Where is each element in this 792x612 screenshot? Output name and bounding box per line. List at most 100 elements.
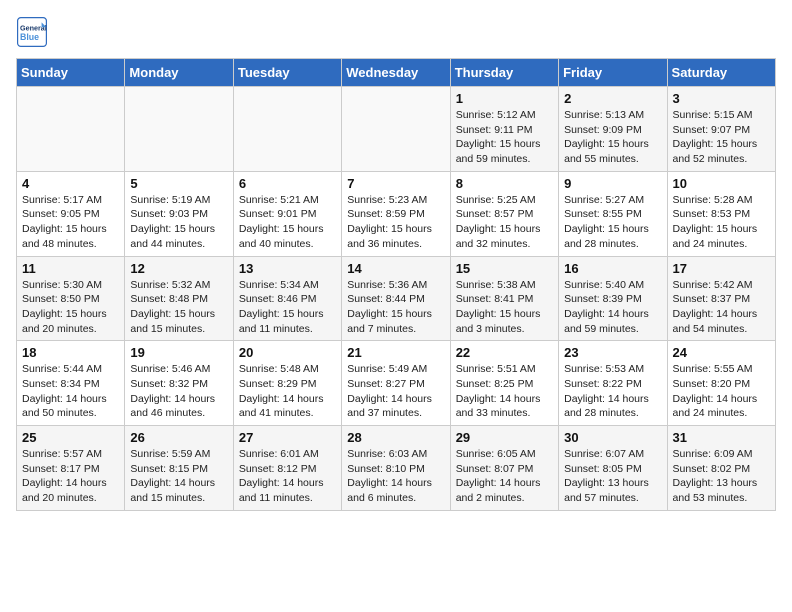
day-number: 20: [239, 345, 336, 360]
day-info: Sunrise: 5:51 AM Sunset: 8:25 PM Dayligh…: [456, 362, 553, 421]
logo: General Blue: [16, 16, 52, 48]
day-number: 16: [564, 261, 661, 276]
calendar-cell: [342, 87, 450, 172]
day-number: 12: [130, 261, 227, 276]
day-number: 28: [347, 430, 444, 445]
calendar-cell: 27 Sunrise: 6:01 AM Sunset: 8:12 PM Dayli…: [233, 426, 341, 511]
page-header: General Blue: [16, 16, 776, 48]
day-info: Sunrise: 5:44 AM Sunset: 8:34 PM Dayligh…: [22, 362, 119, 421]
day-info: Sunrise: 5:40 AM Sunset: 8:39 PM Dayligh…: [564, 278, 661, 337]
day-info: Sunrise: 6:07 AM Sunset: 8:05 PM Dayligh…: [564, 447, 661, 506]
day-number: 22: [456, 345, 553, 360]
svg-text:Blue: Blue: [20, 32, 39, 42]
day-info: Sunrise: 6:05 AM Sunset: 8:07 PM Dayligh…: [456, 447, 553, 506]
day-number: 3: [673, 91, 770, 106]
calendar-week-row: 4Sunrise: 5:17 AM Sunset: 9:05 PM Daylig…: [17, 171, 776, 256]
calendar-cell: 4Sunrise: 5:17 AM Sunset: 9:05 PM Daylig…: [17, 171, 125, 256]
day-number: 26: [130, 430, 227, 445]
calendar-table: SundayMondayTuesdayWednesdayThursdayFrid…: [16, 58, 776, 511]
day-number: 7: [347, 176, 444, 191]
day-number: 9: [564, 176, 661, 191]
weekday-header-row: SundayMondayTuesdayWednesdayThursdayFrid…: [17, 59, 776, 87]
day-info: Sunrise: 5:13 AM Sunset: 9:09 PM Dayligh…: [564, 108, 661, 167]
calendar-cell: 21 Sunrise: 5:49 AM Sunset: 8:27 PM Dayli…: [342, 341, 450, 426]
day-number: 5: [130, 176, 227, 191]
day-info: Sunrise: 5:12 AM Sunset: 9:11 PM Dayligh…: [456, 108, 553, 167]
day-info: Sunrise: 5:55 AM Sunset: 8:20 PM Dayligh…: [673, 362, 770, 421]
day-info: Sunrise: 5:17 AM Sunset: 9:05 PM Dayligh…: [22, 193, 119, 252]
calendar-cell: 10 Sunrise: 5:28 AM Sunset: 8:53 PM Dayli…: [667, 171, 775, 256]
calendar-cell: 28 Sunrise: 6:03 AM Sunset: 8:10 PM Dayli…: [342, 426, 450, 511]
day-info: Sunrise: 5:49 AM Sunset: 8:27 PM Dayligh…: [347, 362, 444, 421]
calendar-cell: 1 Sunrise: 5:12 AM Sunset: 9:11 PM Daylig…: [450, 87, 558, 172]
calendar-cell: 12 Sunrise: 5:32 AM Sunset: 8:48 PM Dayli…: [125, 256, 233, 341]
day-number: 15: [456, 261, 553, 276]
calendar-cell: 26 Sunrise: 5:59 AM Sunset: 8:15 PM Dayli…: [125, 426, 233, 511]
day-number: 21: [347, 345, 444, 360]
day-number: 19: [130, 345, 227, 360]
calendar-cell: 8 Sunrise: 5:25 AM Sunset: 8:57 PM Daylig…: [450, 171, 558, 256]
day-info: Sunrise: 5:21 AM Sunset: 9:01 PM Dayligh…: [239, 193, 336, 252]
weekday-header: Saturday: [667, 59, 775, 87]
calendar-cell: 3Sunrise: 5:15 AM Sunset: 9:07 PM Daylig…: [667, 87, 775, 172]
day-info: Sunrise: 5:32 AM Sunset: 8:48 PM Dayligh…: [130, 278, 227, 337]
day-info: Sunrise: 5:30 AM Sunset: 8:50 PM Dayligh…: [22, 278, 119, 337]
weekday-header: Friday: [559, 59, 667, 87]
day-number: 30: [564, 430, 661, 445]
calendar-cell: 23 Sunrise: 5:53 AM Sunset: 8:22 PM Dayli…: [559, 341, 667, 426]
calendar-cell: 24 Sunrise: 5:55 AM Sunset: 8:20 PM Dayli…: [667, 341, 775, 426]
day-info: Sunrise: 6:01 AM Sunset: 8:12 PM Dayligh…: [239, 447, 336, 506]
day-number: 29: [456, 430, 553, 445]
calendar-cell: 20 Sunrise: 5:48 AM Sunset: 8:29 PM Dayli…: [233, 341, 341, 426]
calendar-cell: 29 Sunrise: 6:05 AM Sunset: 8:07 PM Dayli…: [450, 426, 558, 511]
calendar-cell: 19 Sunrise: 5:46 AM Sunset: 8:32 PM Dayli…: [125, 341, 233, 426]
day-info: Sunrise: 5:42 AM Sunset: 8:37 PM Dayligh…: [673, 278, 770, 337]
day-number: 11: [22, 261, 119, 276]
calendar-cell: 18 Sunrise: 5:44 AM Sunset: 8:34 PM Dayli…: [17, 341, 125, 426]
logo-icon: General Blue: [16, 16, 48, 48]
weekday-header: Tuesday: [233, 59, 341, 87]
day-info: Sunrise: 5:53 AM Sunset: 8:22 PM Dayligh…: [564, 362, 661, 421]
day-info: Sunrise: 6:09 AM Sunset: 8:02 PM Dayligh…: [673, 447, 770, 506]
calendar-cell: 6Sunrise: 5:21 AM Sunset: 9:01 PM Daylig…: [233, 171, 341, 256]
day-info: Sunrise: 5:28 AM Sunset: 8:53 PM Dayligh…: [673, 193, 770, 252]
day-info: Sunrise: 5:36 AM Sunset: 8:44 PM Dayligh…: [347, 278, 444, 337]
weekday-header: Sunday: [17, 59, 125, 87]
day-info: Sunrise: 5:48 AM Sunset: 8:29 PM Dayligh…: [239, 362, 336, 421]
calendar-cell: [125, 87, 233, 172]
calendar-cell: 11 Sunrise: 5:30 AM Sunset: 8:50 PM Dayli…: [17, 256, 125, 341]
calendar-cell: [233, 87, 341, 172]
day-number: 2: [564, 91, 661, 106]
weekday-header: Monday: [125, 59, 233, 87]
day-number: 8: [456, 176, 553, 191]
calendar-week-row: 25 Sunrise: 5:57 AM Sunset: 8:17 PM Dayli…: [17, 426, 776, 511]
day-info: Sunrise: 5:25 AM Sunset: 8:57 PM Dayligh…: [456, 193, 553, 252]
day-number: 1: [456, 91, 553, 106]
calendar-cell: 25 Sunrise: 5:57 AM Sunset: 8:17 PM Dayli…: [17, 426, 125, 511]
calendar-cell: 7Sunrise: 5:23 AM Sunset: 8:59 PM Daylig…: [342, 171, 450, 256]
day-info: Sunrise: 5:38 AM Sunset: 8:41 PM Dayligh…: [456, 278, 553, 337]
calendar-week-row: 1 Sunrise: 5:12 AM Sunset: 9:11 PM Daylig…: [17, 87, 776, 172]
day-number: 24: [673, 345, 770, 360]
calendar-cell: 15 Sunrise: 5:38 AM Sunset: 8:41 PM Dayli…: [450, 256, 558, 341]
day-number: 31: [673, 430, 770, 445]
day-number: 23: [564, 345, 661, 360]
day-number: 13: [239, 261, 336, 276]
day-number: 25: [22, 430, 119, 445]
calendar-week-row: 18 Sunrise: 5:44 AM Sunset: 8:34 PM Dayli…: [17, 341, 776, 426]
calendar-cell: 22 Sunrise: 5:51 AM Sunset: 8:25 PM Dayli…: [450, 341, 558, 426]
day-info: Sunrise: 5:59 AM Sunset: 8:15 PM Dayligh…: [130, 447, 227, 506]
day-info: Sunrise: 5:46 AM Sunset: 8:32 PM Dayligh…: [130, 362, 227, 421]
calendar-cell: 5Sunrise: 5:19 AM Sunset: 9:03 PM Daylig…: [125, 171, 233, 256]
day-number: 27: [239, 430, 336, 445]
day-info: Sunrise: 6:03 AM Sunset: 8:10 PM Dayligh…: [347, 447, 444, 506]
calendar-cell: 30 Sunrise: 6:07 AM Sunset: 8:05 PM Dayli…: [559, 426, 667, 511]
calendar-cell: [17, 87, 125, 172]
calendar-cell: 16 Sunrise: 5:40 AM Sunset: 8:39 PM Dayli…: [559, 256, 667, 341]
day-number: 10: [673, 176, 770, 191]
day-info: Sunrise: 5:57 AM Sunset: 8:17 PM Dayligh…: [22, 447, 119, 506]
day-number: 17: [673, 261, 770, 276]
day-number: 14: [347, 261, 444, 276]
day-info: Sunrise: 5:27 AM Sunset: 8:55 PM Dayligh…: [564, 193, 661, 252]
day-number: 18: [22, 345, 119, 360]
